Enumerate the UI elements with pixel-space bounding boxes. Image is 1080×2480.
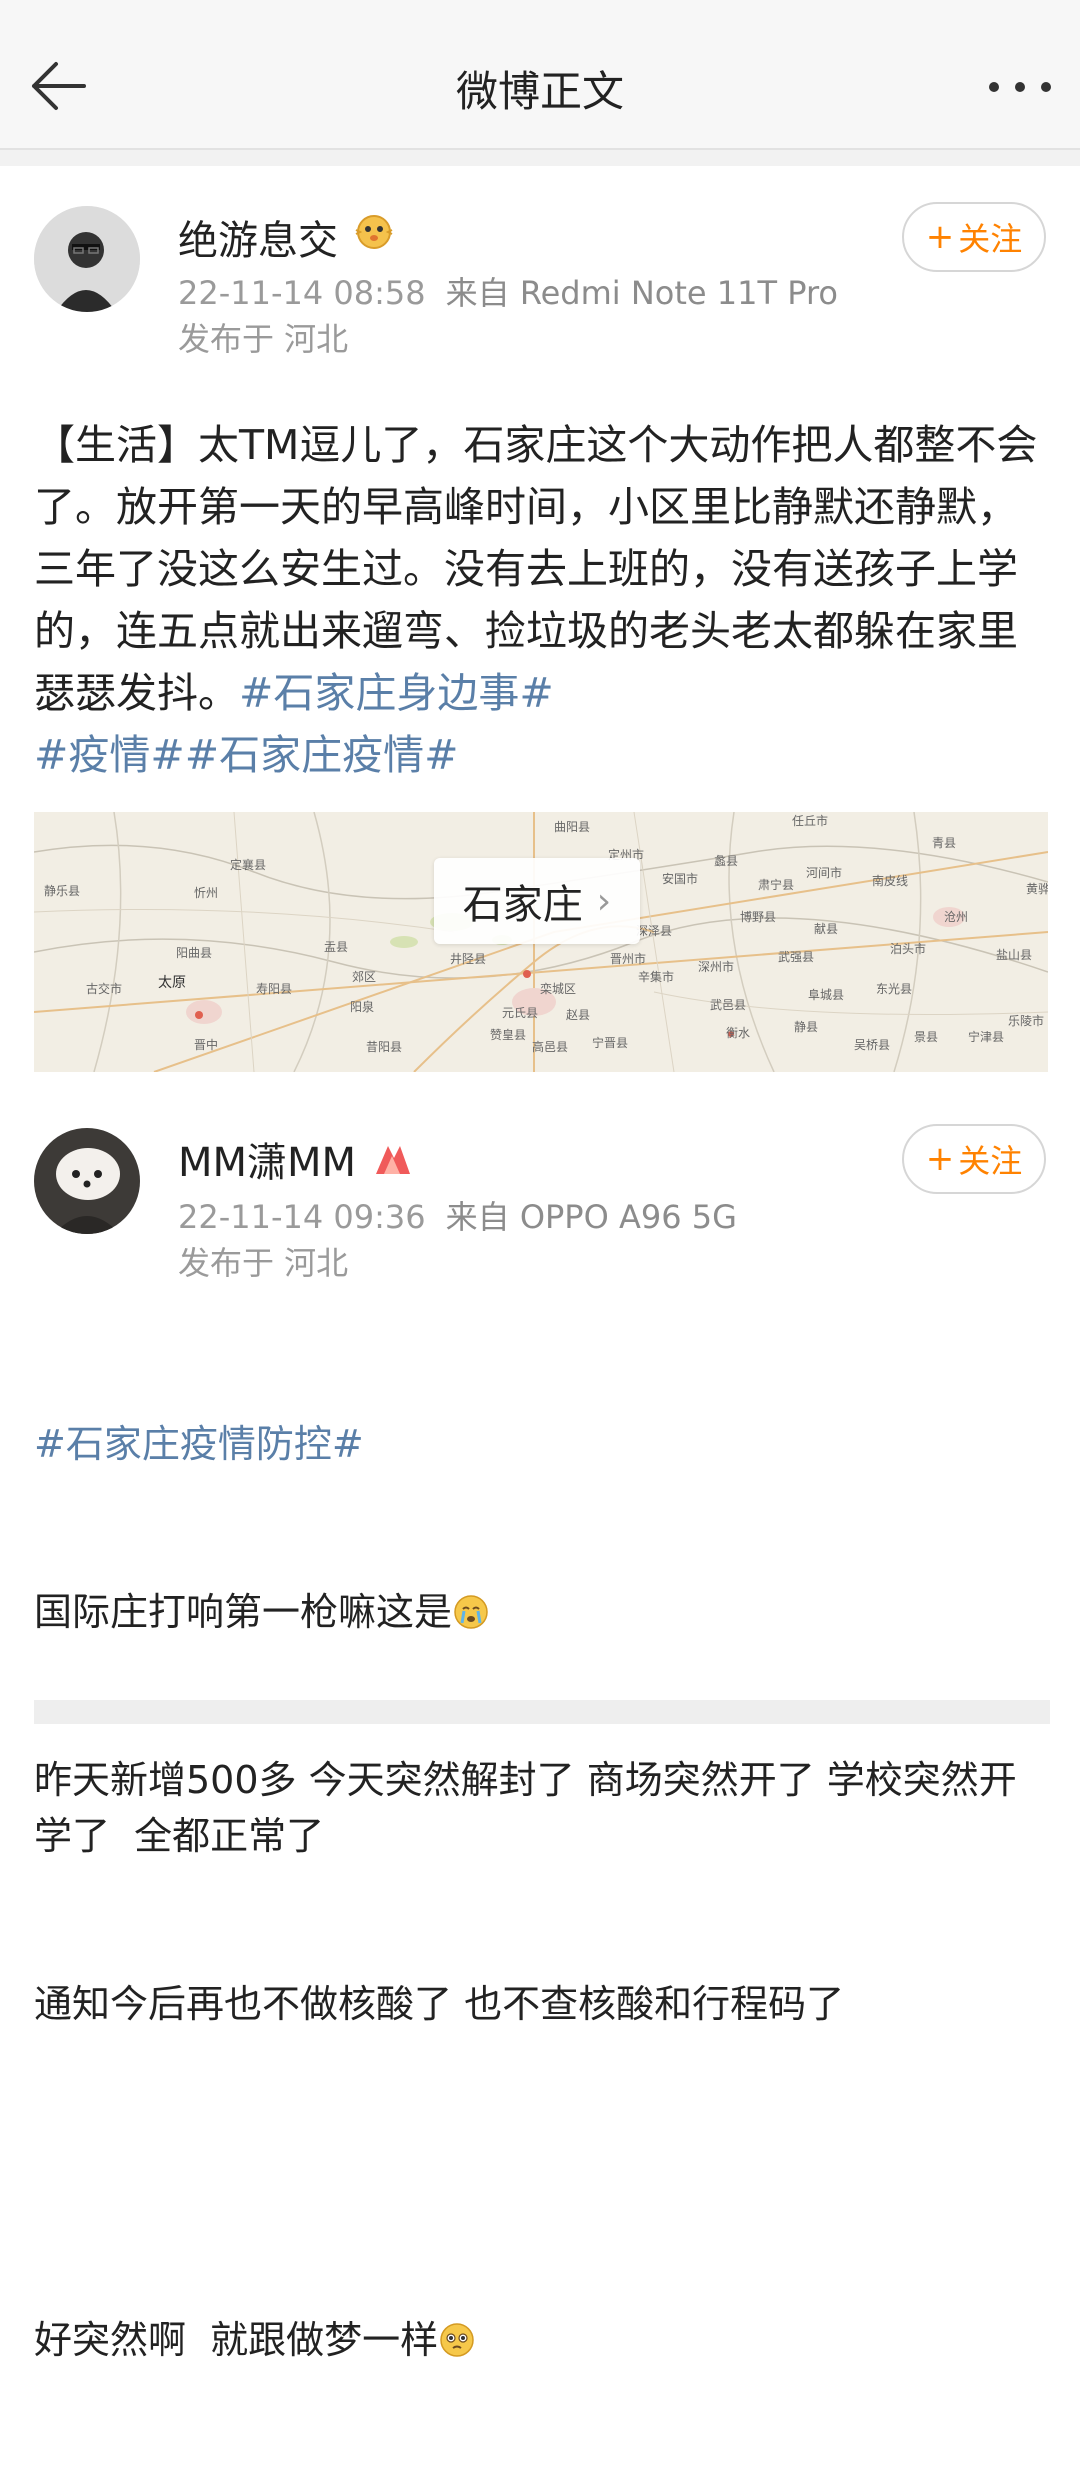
hashtag-link[interactable]: #石家庄疫情防控# <box>34 1422 364 1466</box>
follow-label: 关注 <box>958 1142 1023 1180</box>
post-time: 22-11-14 09:36 <box>178 1198 426 1236</box>
rank-badge-icon <box>376 1146 410 1174</box>
post-card-2: MM潇MM 22-11-14 09:36 来自 OPPO A96 5G 发布于 河… <box>0 0 1080 2362</box>
plus-icon: + <box>925 1139 955 1179</box>
post-body-line: 通知今后再也不做核酸了 也不查核酸和行程码了 <box>34 1982 845 2026</box>
post-body: #石家庄疫情防控# 国际庄打响第一枪嘛这是 昨天新增500多 今天突然解封了 商… <box>34 1304 1050 2480</box>
post-meta: 22-11-14 09:36 来自 OPPO A96 5G <box>178 1192 737 1238</box>
post-location: 发布于 河北 <box>178 1244 349 1282</box>
post-body-line: 昨天新增500多 今天突然解封了 商场突然开了 学校突然开学了 全都正常了 <box>34 1758 1017 1858</box>
user-avatar-image <box>34 1128 140 1234</box>
pleading-face-icon <box>440 2323 474 2357</box>
follow-button[interactable]: + 关注 <box>902 1124 1046 1194</box>
post-body-line: 国际庄打响第一枪嘛这是 <box>34 1590 453 1634</box>
crying-face-icon <box>454 1595 488 1629</box>
username[interactable]: MM潇MM <box>178 1130 356 1188</box>
post-body-line: 好突然啊 就跟做梦一样 <box>34 2318 439 2362</box>
avatar[interactable] <box>34 1128 140 1234</box>
post-source: 来自 OPPO A96 5G <box>445 1198 737 1236</box>
next-content-edge <box>34 1700 1050 1724</box>
